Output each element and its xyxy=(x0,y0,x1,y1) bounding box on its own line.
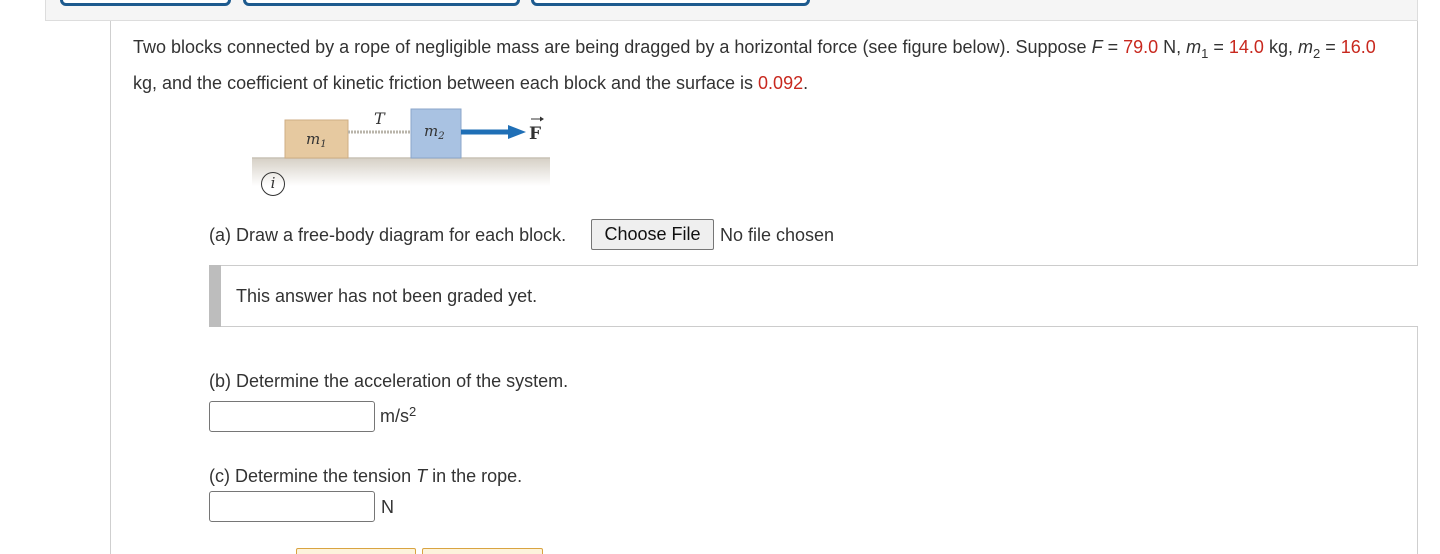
blocks-figure: m1 T m2 F xyxy=(252,108,550,186)
part-c-question: (c) Determine the tension T in the rope. xyxy=(209,466,523,486)
choose-file-button[interactable]: Choose File xyxy=(591,219,714,250)
tension-label: T xyxy=(374,109,386,128)
acceleration-unit: m/s2 xyxy=(380,404,417,426)
mass1-value: 14.0 xyxy=(1228,37,1264,57)
grading-status-text: This answer has not been graded yet. xyxy=(236,286,538,306)
force-arrow-head xyxy=(508,125,526,139)
grading-status-box: This answer has not been graded yet. xyxy=(209,265,1418,327)
info-icon[interactable]: i xyxy=(261,172,285,196)
top-tab-button-3[interactable] xyxy=(531,0,810,6)
content-frame-left-border xyxy=(110,21,111,554)
top-tab-button-1[interactable] xyxy=(60,0,231,6)
grading-status-bar xyxy=(209,265,221,327)
friction-coefficient-value: 0.092 xyxy=(758,73,804,93)
top-tab-button-2[interactable] xyxy=(243,0,520,6)
ground-surface xyxy=(252,158,550,186)
tension-input[interactable] xyxy=(209,491,375,522)
top-toolbar-strip xyxy=(45,0,1418,21)
file-status: No file chosen xyxy=(720,225,835,245)
part-b-question: (b) Determine the acceleration of the sy… xyxy=(209,371,569,391)
force-label: F xyxy=(529,124,541,144)
mass2-value: 16.0 xyxy=(1340,37,1376,57)
bottom-action-button-2[interactable] xyxy=(422,548,543,554)
bottom-action-button-1[interactable] xyxy=(296,548,416,554)
tension-unit: N xyxy=(381,497,394,517)
force-value: 79.0 xyxy=(1123,37,1159,57)
acceleration-input[interactable] xyxy=(209,401,375,432)
problem-statement: Two blocks connected by a rope of neglig… xyxy=(133,37,1376,93)
part-a-question: (a) Draw a free-body diagram for each bl… xyxy=(209,225,567,245)
